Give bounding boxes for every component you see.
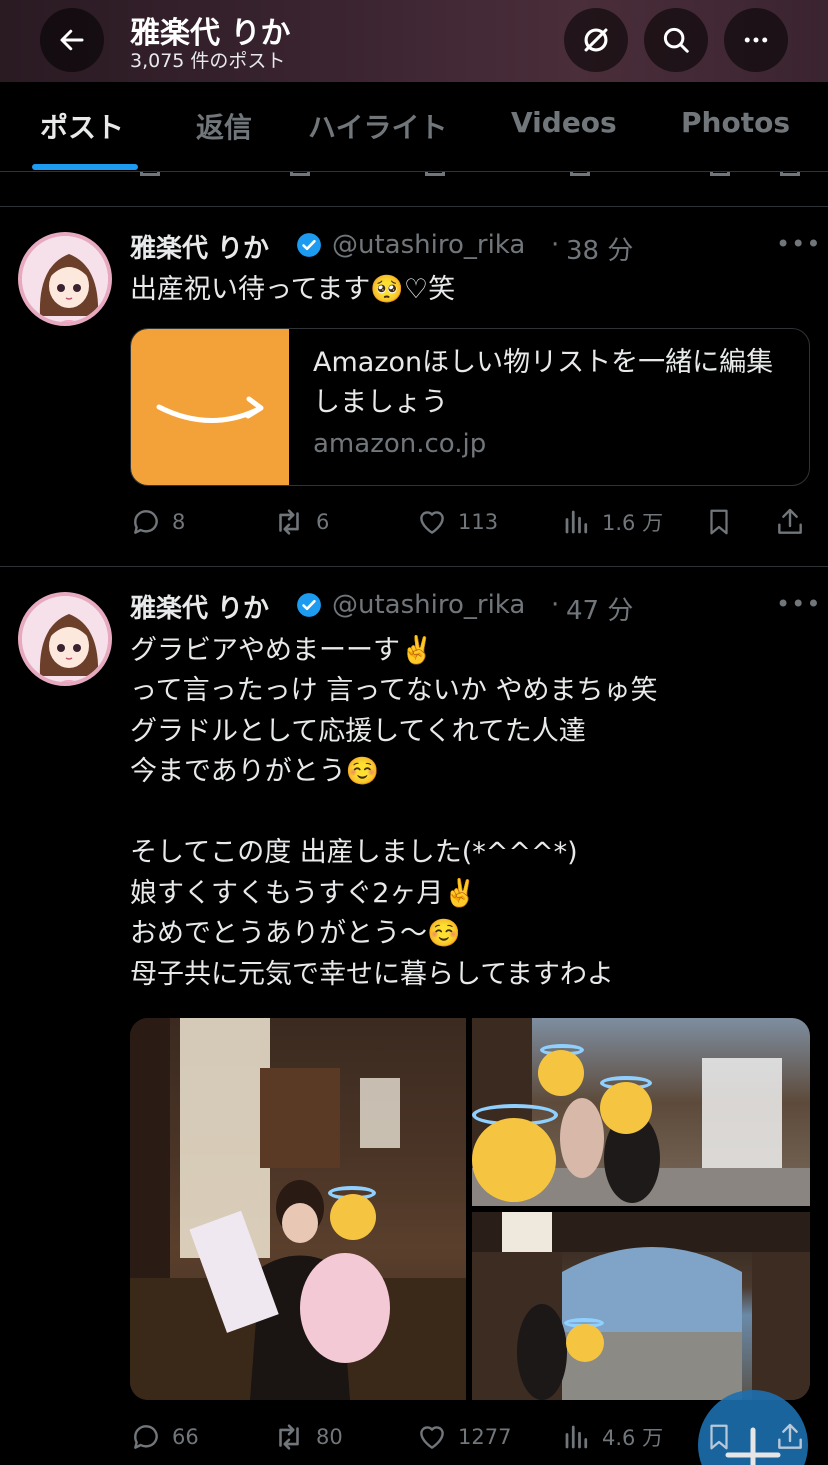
display-name[interactable]: 雅楽代 りか [130,588,269,625]
amazon-smile-icon [156,396,264,423]
tweet-text-line: おめでとうありがとう〜☺️ [130,918,461,949]
tweet-text-line: 母子共に元気で幸せに暮らしてますわよ [130,959,614,990]
timestamp[interactable]: 38 分 [566,230,633,267]
tab-highlights[interactable]: ハイライト [308,106,447,146]
tweet-more-button[interactable]: ••• [776,590,821,618]
photo-temple-gate[interactable] [472,1212,810,1400]
bookmark-button[interactable] [704,505,734,539]
tweet-text-line: 今までありがとう☺️ [130,756,380,787]
media-grid [130,1018,810,1400]
divider [0,566,828,567]
photo-group-outdoor[interactable] [472,1018,810,1206]
avatar[interactable] [18,232,112,326]
tab-photos[interactable]: Photos [681,106,790,139]
link-card-title: Amazonほしい物リストを一緒に編集しましょう [313,347,774,418]
share-button[interactable] [774,1420,806,1454]
repost-count: 80 [316,1425,343,1449]
tab-replies[interactable]: 返信 [196,106,252,146]
reply-button[interactable]: 8 [130,505,185,539]
like-button[interactable]: 1277 [416,1420,511,1454]
previous-tweet-actions [0,172,828,180]
profile-header: 雅楽代 りか 3,075 件のポスト [0,0,828,82]
separator-dot: · [551,590,560,620]
profile-tabs: ポスト 返信 ハイライト Videos Photos [0,82,828,172]
like-count: 1277 [458,1425,512,1449]
tweet-text-line: グラドルとして応援してくれてた人達 [130,716,586,747]
back-button[interactable] [40,8,104,72]
arrow-left-icon [60,29,84,51]
post-count: 3,075 件のポスト [130,50,286,72]
search-button[interactable] [644,8,708,72]
tab-videos[interactable]: Videos [511,106,617,139]
heart-icon [420,511,444,534]
verified-badge-icon [297,233,321,257]
separator-dot: · [551,230,560,260]
view-count: 1.6 万 [602,511,664,535]
reply-count: 66 [172,1425,199,1449]
bookmark-icon [710,509,728,535]
repost-count: 6 [316,510,330,534]
link-card-domain: amazon.co.jp [313,429,487,459]
photo-scene [472,1212,810,1400]
photo-temple-interior[interactable] [130,1018,466,1400]
tweet-text-line: そしてこの度 出産しました(*^^^*) [130,837,578,868]
bookmark-icon [710,1424,728,1450]
repost-button[interactable]: 6 [272,505,329,539]
tweet-text: 出産祝い待ってます🥺♡笑 [130,274,456,305]
more-horizontal-icon [744,37,768,43]
photo-scene [130,1018,466,1400]
analytics-icon [565,1425,588,1449]
share-button[interactable] [774,505,806,539]
tweet-more-button[interactable]: ••• [776,230,821,258]
hide-button[interactable] [564,8,628,72]
reply-icon [134,510,158,534]
tab-posts[interactable]: ポスト [40,106,124,146]
repost-icon [279,509,299,535]
link-card[interactable]: Amazonほしい物リストを一緒に編集しましょう amazon.co.jp [130,328,810,486]
bookmark-button[interactable] [704,1420,734,1454]
views-button[interactable]: 1.6 万 [562,505,663,539]
share-icon [778,1423,802,1449]
eye-slash-icon [584,28,608,52]
repost-button[interactable]: 80 [272,1420,343,1454]
active-tab-indicator [32,164,138,170]
handle[interactable]: @utashiro_rika [332,230,525,260]
repost-icon [279,1424,299,1450]
tweet-text-line: って言ったっけ 言ってないか やめまちゅ笑 [130,675,658,706]
more-button[interactable] [724,8,788,72]
avatar[interactable] [18,592,112,686]
timestamp[interactable]: 47 分 [566,590,633,627]
reply-count: 8 [172,510,186,534]
display-name[interactable]: 雅楽代 りか [130,228,269,265]
heart-icon [420,1426,444,1449]
view-count: 4.6 万 [602,1426,664,1450]
reply-icon [134,1425,158,1449]
handle[interactable]: @utashiro_rika [332,590,525,620]
analytics-icon [565,510,588,534]
divider [0,206,828,207]
search-icon [663,27,689,53]
verified-badge-icon [297,593,321,617]
tweet-text-line: 娘すくすくもうすぐ2ヶ月✌️ [130,878,477,909]
like-count: 113 [458,510,499,534]
share-icon [778,508,802,534]
reply-button[interactable]: 66 [130,1420,199,1454]
avatar-illustration [22,236,108,322]
avatar-illustration [22,596,108,682]
views-button[interactable]: 4.6 万 [562,1420,663,1454]
tweet-text-line: グラビアやめまーーす✌️ [130,635,434,666]
like-button[interactable]: 113 [416,505,498,539]
amazon-logo-image [131,329,289,485]
